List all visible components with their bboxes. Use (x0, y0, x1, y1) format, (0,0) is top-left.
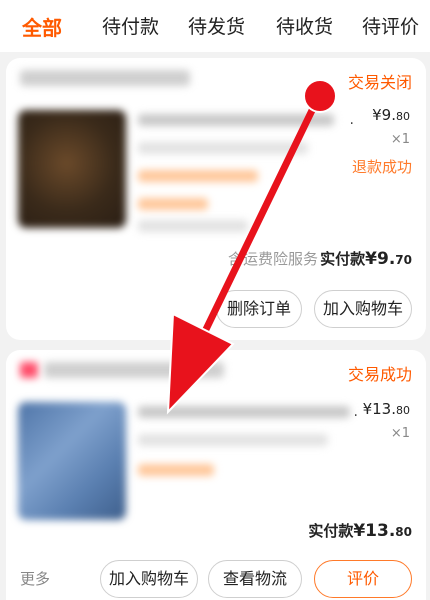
ellipsis-icon: . (353, 404, 358, 420)
product-tag-blurred (138, 170, 258, 182)
product-spec-blurred (138, 142, 308, 154)
tab-all[interactable]: 全部 (22, 12, 62, 41)
add-to-cart-button[interactable]: 加入购物车 (314, 290, 412, 328)
delete-order-button[interactable]: 删除订单 (216, 290, 302, 328)
product-extra-blurred (138, 220, 248, 232)
review-button[interactable]: 评价 (314, 560, 412, 598)
product-thumbnail[interactable] (18, 402, 126, 520)
order-card-2[interactable]: 交易成功 . ¥13.80 ×1 实付款¥13.80 更多 加入购物车 查看物流… (6, 350, 426, 600)
product-title-blurred (138, 114, 334, 126)
product-thumbnail[interactable] (18, 110, 126, 228)
more-link[interactable]: 更多 (20, 568, 50, 589)
item-quantity: ×1 (390, 132, 410, 147)
shop-name-blurred[interactable] (44, 362, 224, 378)
tab-pending-receipt[interactable]: 待收货 (276, 12, 333, 39)
paid-amount: 实付款¥13.80 (308, 521, 412, 541)
order-tabs: 全部 待付款 待发货 待收货 待评价 (0, 0, 430, 52)
item-price: ¥9.80 (372, 106, 410, 124)
item-price: ¥13.80 (362, 400, 410, 418)
view-logistics-button[interactable]: 查看物流 (208, 560, 302, 598)
tab-pending-payment[interactable]: 待付款 (102, 12, 159, 39)
order-status: 交易关闭 (347, 73, 412, 92)
tab-pending-review[interactable]: 待评价 (362, 12, 419, 39)
product-title-blurred (138, 406, 350, 418)
item-quantity: ×1 (390, 426, 410, 441)
product-tag-blurred (138, 198, 208, 210)
tab-pending-shipment[interactable]: 待发货 (188, 12, 245, 39)
add-to-cart-button[interactable]: 加入购物车 (100, 560, 198, 598)
product-tag-blurred (138, 464, 214, 476)
order-card-1[interactable]: 交易关闭 . ¥9.80 ×1 退款成功 含运费险服务 实付款¥9.70 删除订… (6, 58, 426, 340)
shipping-insurance-service: 含运费险服务 (228, 250, 319, 268)
shop-logo-blurred (20, 362, 38, 378)
paid-amount: 实付款¥9.70 (320, 249, 412, 269)
shop-name-blurred[interactable] (20, 70, 190, 86)
refund-status: 退款成功 (351, 158, 412, 176)
ellipsis-icon: . (349, 112, 354, 128)
product-spec-blurred (138, 434, 328, 446)
order-status: 交易成功 (347, 365, 412, 384)
